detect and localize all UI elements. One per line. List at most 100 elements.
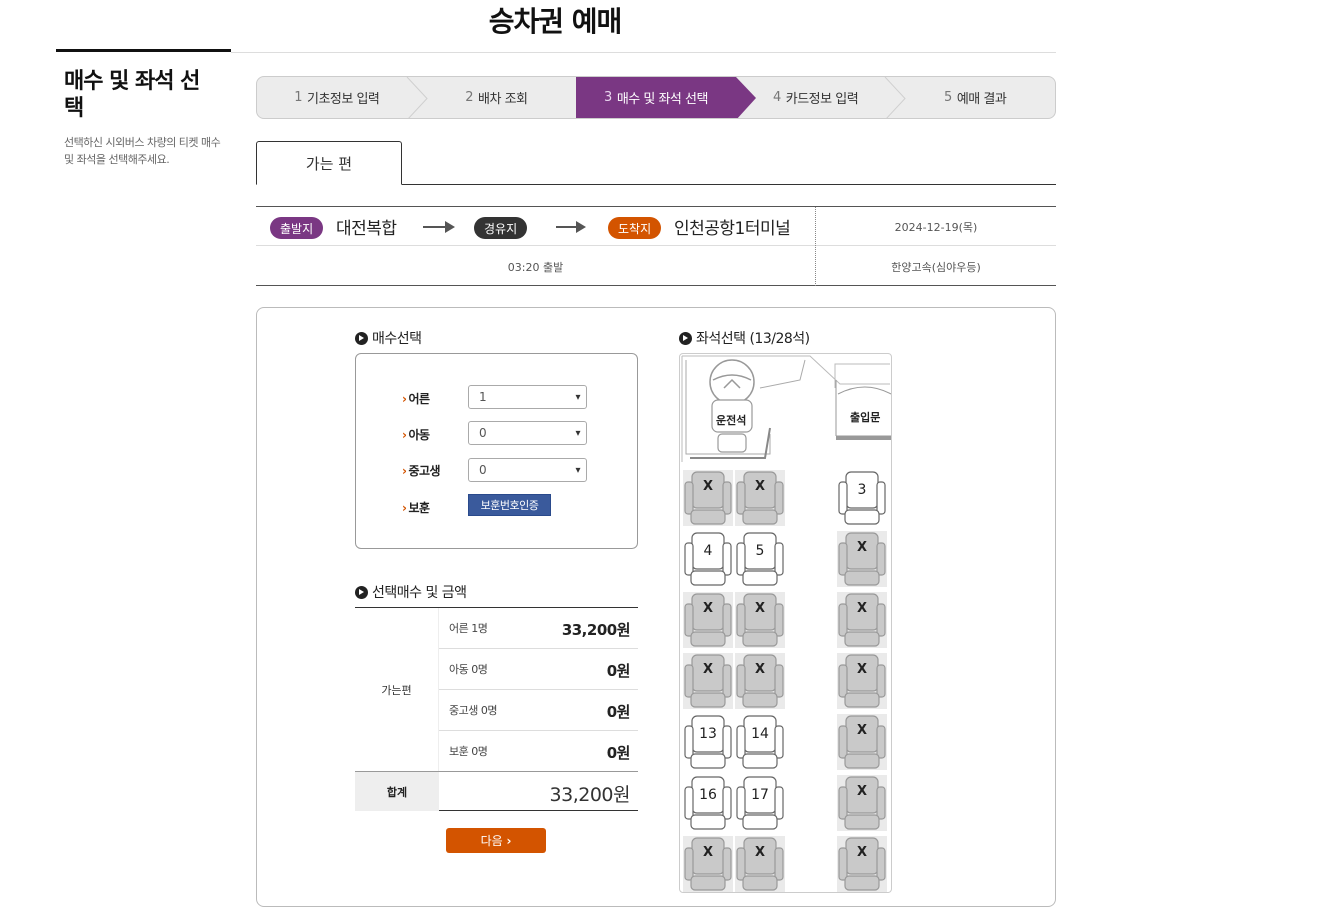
- count-label-text: 아동: [408, 428, 430, 442]
- seat-available[interactable]: 4: [683, 531, 733, 587]
- seat-available[interactable]: 5: [735, 531, 785, 587]
- seat-taken: X: [837, 775, 887, 831]
- seat-available[interactable]: 16: [683, 775, 733, 831]
- seat-section-title: 좌석선택 (13/28석): [679, 328, 810, 348]
- veteran-auth-button[interactable]: 보훈번호인증: [468, 494, 551, 516]
- arrival-name: 인천공항1터미널: [674, 219, 791, 239]
- chevron-right-icon: ›: [402, 392, 407, 406]
- count-label-text: 중고생: [408, 464, 441, 478]
- summary-section-title: 선택매수 및 금액: [355, 582, 467, 602]
- seat-available[interactable]: 13: [683, 714, 733, 770]
- summary-label: 보훈 0명: [449, 745, 488, 758]
- seat-taken: X: [735, 470, 785, 526]
- step-2: 2 배차 조회: [417, 77, 577, 118]
- chevron-right-icon: ›: [402, 428, 407, 442]
- section-title-text: 선택매수 및 금액: [372, 585, 467, 601]
- bullet-arrow-icon: [355, 331, 368, 345]
- seat-available[interactable]: 14: [735, 714, 785, 770]
- summary-label: 중고생 0명: [449, 704, 497, 717]
- arrow-icon: [423, 221, 455, 233]
- step-number: 1: [294, 90, 302, 105]
- step-1: 1 기초정보 입력: [257, 77, 428, 118]
- select-value: 0: [479, 463, 487, 477]
- seat-x-mark: X: [754, 845, 766, 860]
- summary-label: 아동 0명: [449, 663, 488, 676]
- route-info: 출발지 대전복합 경유지 도착지 인천공항1터미널 2024-12-19(목) …: [256, 206, 1056, 286]
- seat-x-mark: X: [702, 601, 714, 616]
- chevron-down-icon: ▾: [575, 391, 581, 403]
- summary-value: 0원: [606, 662, 631, 680]
- student-count-select[interactable]: 0 ▾: [468, 458, 587, 482]
- total-label: 합계: [355, 772, 439, 811]
- step-separator: [885, 77, 907, 118]
- chevron-right-icon: ›: [506, 833, 512, 848]
- seat-number: 16: [699, 787, 717, 803]
- seat-available[interactable]: 17: [735, 775, 785, 831]
- tab-outbound[interactable]: 가는 편: [256, 141, 402, 185]
- summary-row-adult: 어른 1명 33,200원: [439, 608, 638, 649]
- step-label: 예매 결과: [956, 92, 1007, 107]
- step-label: 매수 및 좌석 선택: [616, 92, 709, 107]
- seat-x-mark: X: [754, 479, 766, 494]
- count-section-title: 매수선택: [355, 328, 422, 348]
- step-4: 4 카드정보 입력: [736, 77, 907, 118]
- summary-direction: 가는편: [355, 608, 439, 771]
- arrow-icon: [556, 221, 586, 233]
- seat-x-mark: X: [856, 540, 868, 555]
- seat-number: 13: [699, 726, 717, 742]
- step-label: 기초정보 입력: [306, 92, 380, 107]
- next-button-label: 다음: [480, 834, 503, 848]
- seat-taken: X: [683, 592, 733, 648]
- seat-taken: X: [683, 836, 733, 892]
- count-box: › 어른 1 ▾ › 아동 0 ▾ › 중고생 0 ▾ › 보훈 보훈번호인증: [355, 353, 638, 549]
- seat-taken: X: [683, 470, 733, 526]
- bus-seat-map: 운전석 출입문 X X 3 4 5 X X X X X X X 13 14 X 16 17 X X X X: [679, 353, 892, 893]
- seat-available[interactable]: 3: [837, 470, 887, 526]
- summary-total: 합계 33,200원: [355, 771, 638, 811]
- chevron-right-icon: ›: [402, 501, 407, 515]
- summary-row-child: 아동 0명 0원: [439, 649, 638, 690]
- seat-taken: X: [837, 592, 887, 648]
- driver-seat-label: 운전석: [716, 414, 747, 427]
- seat-x-mark: X: [856, 662, 868, 677]
- summary-value: 0원: [606, 744, 631, 762]
- summary-row-student: 중고생 0명 0원: [439, 690, 638, 731]
- seat-taken: X: [735, 592, 785, 648]
- select-value: 0: [479, 426, 487, 440]
- chevron-down-icon: ▾: [575, 427, 581, 439]
- select-value: 1: [479, 390, 487, 404]
- departure-badge: 출발지: [270, 217, 324, 239]
- step-number: 4: [772, 90, 781, 105]
- step-label: 배차 조회: [478, 92, 528, 107]
- chevron-right-icon: ›: [402, 464, 407, 478]
- summary-table: 가는편 어른 1명 33,200원 아동 0명 0원 중고생 0명 0원 보훈 0명 0…: [355, 607, 638, 811]
- page-title: 승차권 예매: [488, 5, 623, 38]
- seat-number: 17: [751, 787, 769, 803]
- summary-value: 0원: [606, 703, 631, 721]
- seat-x-mark: X: [702, 845, 714, 860]
- seat-x-mark: X: [856, 845, 868, 860]
- summary-label: 어른 1명: [449, 622, 488, 635]
- door-label: 출입문: [850, 411, 881, 424]
- section-title-text: 좌석선택 (13/28석): [696, 331, 810, 347]
- next-button[interactable]: 다음 ›: [446, 828, 546, 853]
- summary-row-veteran: 보훈 0명 0원: [439, 731, 638, 772]
- bus-company: 한양고속(심야우등): [891, 261, 981, 274]
- side-description: 선택하신 시외버스 차량의 티켓 매수 및 좌석을 선택해주세요.: [64, 136, 221, 166]
- step-3-active: 3 매수 및 좌석 선택: [576, 77, 756, 118]
- seat-taken: X: [837, 714, 887, 770]
- seat-taken: X: [837, 531, 887, 587]
- seat-number: 5: [755, 543, 765, 559]
- step-label: 카드정보 입력: [785, 92, 859, 107]
- seat-x-mark: X: [702, 479, 714, 494]
- seat-x-mark: X: [856, 784, 868, 799]
- seat-taken: X: [735, 836, 785, 892]
- seat-x-mark: X: [856, 601, 868, 616]
- seat-x-mark: X: [754, 662, 766, 677]
- child-count-select[interactable]: 0 ▾: [468, 421, 587, 445]
- side-divider: [56, 49, 231, 52]
- section-title-text: 매수선택: [372, 331, 422, 347]
- adult-count-select[interactable]: 1 ▾: [468, 385, 587, 409]
- seat-taken: X: [837, 653, 887, 709]
- summary-value: 33,200원: [561, 621, 631, 639]
